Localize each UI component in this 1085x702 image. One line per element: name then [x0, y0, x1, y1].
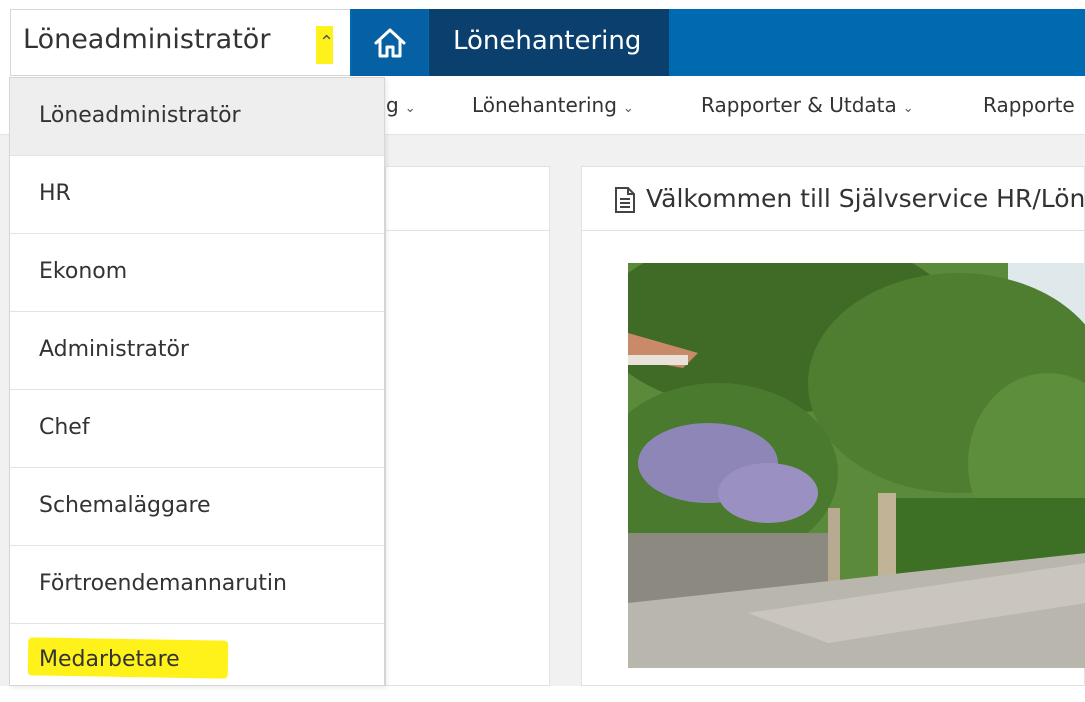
chevron-up-icon[interactable]: ⌃ [319, 32, 334, 53]
role-option-label: Administratör [39, 337, 189, 362]
role-option-label: Chef [39, 415, 90, 440]
document-icon [615, 187, 635, 213]
chevron-down-icon: ⌄ [902, 101, 914, 116]
nav-item-rapporter-utdata[interactable]: Rapporter & Utdata ⌄ [701, 93, 914, 117]
role-option-label: Ekonom [39, 259, 128, 284]
role-dropdown: Löneadministratör HR Ekonom Administratö… [9, 77, 385, 686]
welcome-panel-header: Välkommen till Självservice HR/Lön [582, 167, 1085, 231]
chevron-down-icon: ⌄ [622, 101, 634, 116]
page-title: Välkommen till Självservice HR/Lön [646, 184, 1085, 213]
top-bar: Löneadministratör ⌃ Lönehantering [0, 0, 1085, 77]
nav-item-label: Rapporte [983, 93, 1075, 117]
nav-item-rapporter[interactable]: Rapporte [983, 93, 1075, 117]
home-button[interactable] [352, 9, 428, 76]
welcome-image [628, 263, 1085, 668]
role-option-medarbetare[interactable]: Medarbetare [10, 624, 384, 702]
role-select[interactable]: Löneadministratör ⌃ [10, 9, 350, 76]
app-tab-label: Lönehantering [453, 26, 642, 56]
nav-item-lonehantering[interactable]: Lönehantering ⌄ [472, 93, 634, 117]
nav-item-label: Lönehantering [472, 93, 617, 117]
welcome-panel: Välkommen till Självservice HR/Lön [581, 166, 1085, 686]
home-icon [374, 28, 406, 57]
nav-item-partial[interactable]: g ⌄ [386, 93, 416, 117]
tab-lonehantering[interactable]: Lönehantering [429, 9, 669, 76]
role-option-ekonom[interactable]: Ekonom [10, 234, 384, 312]
role-option-label: Medarbetare [39, 647, 180, 672]
role-option-label: HR [39, 181, 71, 206]
nav-item-label: Rapporter & Utdata [701, 93, 897, 117]
role-option-administrator[interactable]: Administratör [10, 312, 384, 390]
role-option-chef[interactable]: Chef [10, 390, 384, 468]
role-option-label: Schemaläggare [39, 493, 211, 518]
chevron-down-icon: ⌄ [404, 101, 416, 116]
role-option-loneadministrator[interactable]: Löneadministratör [10, 78, 384, 156]
role-select-label: Löneadministratör [23, 24, 271, 55]
role-option-schemalaggare[interactable]: Schemaläggare [10, 468, 384, 546]
role-option-hr[interactable]: HR [10, 156, 384, 234]
role-option-label: Förtroendemannarutin [39, 571, 287, 596]
role-option-label: Löneadministratör [39, 103, 241, 128]
nav-item-label: g [386, 93, 399, 117]
side-panel-header [386, 167, 549, 231]
side-panel [385, 166, 550, 686]
role-option-fortroendemannarutin[interactable]: Förtroendemannarutin [10, 546, 384, 624]
